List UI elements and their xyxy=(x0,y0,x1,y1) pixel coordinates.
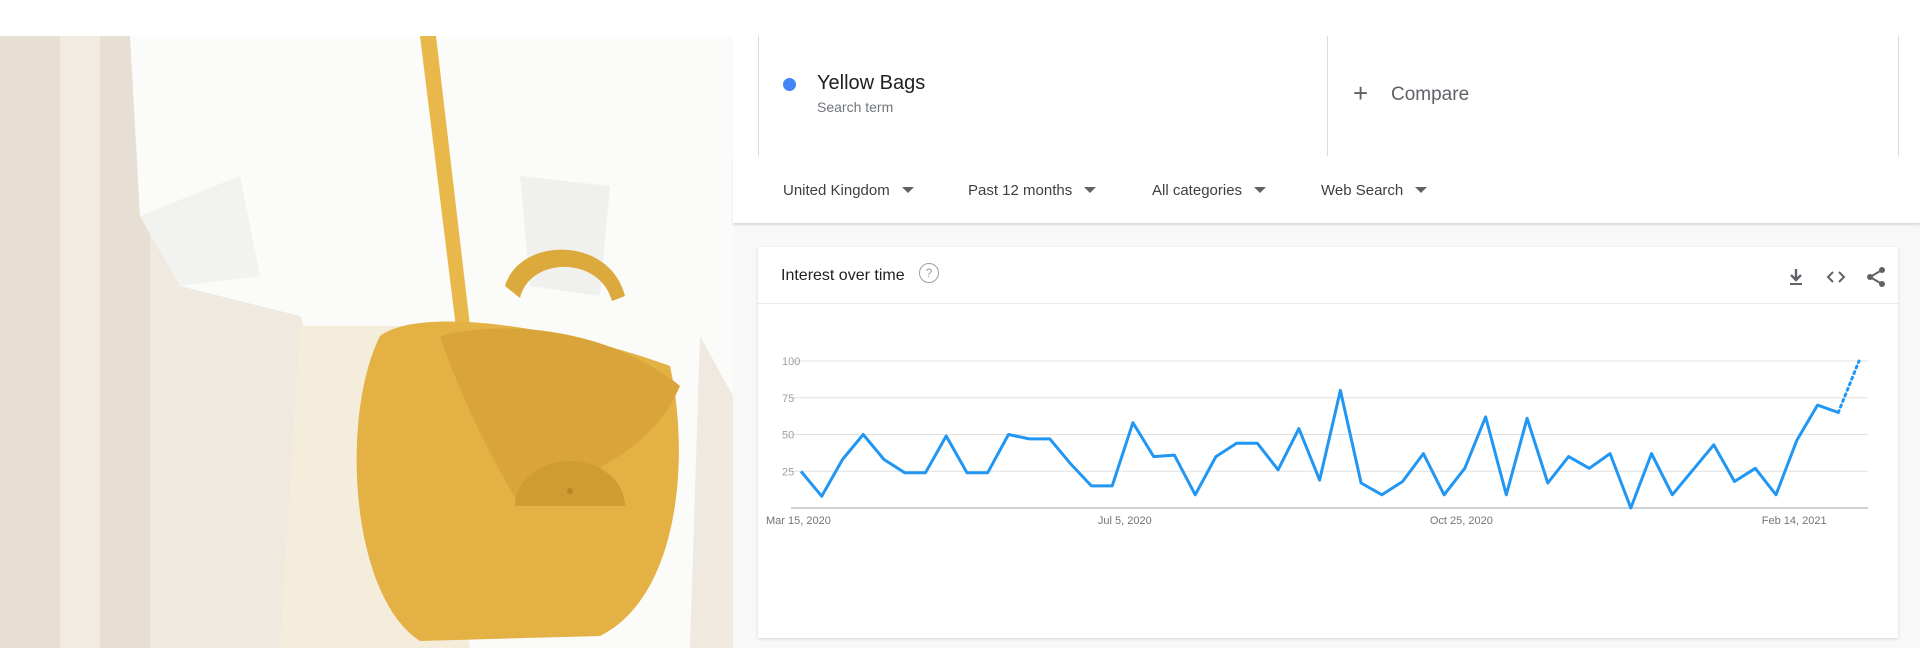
plus-icon: + xyxy=(1353,78,1369,108)
x-tick-label: Jul 5, 2020 xyxy=(1098,515,1152,527)
data-point[interactable] xyxy=(1689,466,1697,474)
series-color-dot xyxy=(783,78,796,91)
data-point[interactable] xyxy=(1523,414,1531,422)
data-point[interactable] xyxy=(1046,435,1054,443)
filter-bar: United Kingdom Past 12 months All catego… xyxy=(733,157,1920,224)
search-type-filter-dropdown[interactable]: Web Search xyxy=(1321,157,1428,223)
data-point[interactable] xyxy=(1461,464,1469,472)
data-point[interactable] xyxy=(901,469,909,477)
data-point[interactable] xyxy=(838,455,846,463)
data-point[interactable] xyxy=(880,455,888,463)
x-tick-label: Feb 14, 2021 xyxy=(1762,515,1827,527)
card-title: Interest over time xyxy=(781,267,905,284)
share-icon[interactable] xyxy=(1864,265,1888,289)
search-term-card[interactable]: Yellow Bags Search term xyxy=(758,36,1328,156)
data-point[interactable] xyxy=(1793,436,1801,444)
y-tick-label: 50 xyxy=(782,430,794,442)
data-point[interactable] xyxy=(1648,450,1656,458)
data-point[interactable] xyxy=(1814,401,1822,409)
data-point[interactable] xyxy=(921,469,929,477)
compare-label: Compare xyxy=(1391,84,1470,105)
data-point[interactable] xyxy=(1025,435,1033,443)
data-point[interactable] xyxy=(1378,491,1386,499)
data-point[interactable] xyxy=(984,469,992,477)
x-tick-label: Mar 15, 2020 xyxy=(766,515,831,527)
data-point[interactable] xyxy=(1440,491,1448,499)
region-filter-label: United Kingdom xyxy=(783,181,890,199)
search-term-bar: Yellow Bags Search term + Compare xyxy=(733,36,1920,158)
series-line xyxy=(799,388,1839,510)
data-point[interactable] xyxy=(1170,451,1178,459)
data-point[interactable] xyxy=(942,432,950,440)
data-point[interactable] xyxy=(1129,419,1137,427)
data-point[interactable] xyxy=(1668,491,1676,499)
data-point[interactable] xyxy=(1108,482,1116,490)
interest-over-time-card: Interest over time ? 100 75 50 25 Mar 15, 20… xyxy=(758,247,1898,638)
data-point[interactable] xyxy=(1731,478,1739,486)
category-filter-dropdown[interactable]: All categories xyxy=(1152,157,1267,223)
data-point[interactable] xyxy=(1316,476,1324,484)
data-point[interactable] xyxy=(1751,464,1759,472)
data-point[interactable] xyxy=(1191,491,1199,499)
search-type-filter-label: Web Search xyxy=(1321,181,1404,199)
data-point[interactable] xyxy=(1419,450,1427,458)
data-point[interactable] xyxy=(1233,439,1241,447)
data-point[interactable] xyxy=(797,467,805,475)
y-tick-label: 100 xyxy=(782,356,800,368)
yellow-bag-photo xyxy=(0,36,733,648)
partial-data-segment xyxy=(1836,359,1861,414)
search-term-subtitle: Search term xyxy=(817,99,894,115)
data-point[interactable] xyxy=(1150,453,1158,461)
google-trends-panel: Yellow Bags Search term + Compare United… xyxy=(733,36,1920,648)
data-point[interactable] xyxy=(818,492,826,500)
data-point[interactable] xyxy=(1855,357,1863,365)
compare-button[interactable]: + Compare xyxy=(1327,36,1899,156)
data-point[interactable] xyxy=(1606,450,1614,458)
data-point[interactable] xyxy=(1565,453,1573,461)
data-point[interactable] xyxy=(859,431,867,439)
data-point[interactable] xyxy=(1253,439,1261,447)
interest-line-chart: 100 75 50 25 Mar 15, 2020 Jul 5, 2020 Oct 25, … xyxy=(766,356,1868,527)
data-point[interactable] xyxy=(1295,425,1303,433)
data-point[interactable] xyxy=(1502,491,1510,499)
x-tick-label: Oct 25, 2020 xyxy=(1430,515,1493,527)
data-point[interactable] xyxy=(1274,466,1282,474)
region-filter-dropdown[interactable]: United Kingdom xyxy=(783,157,914,223)
time-range-filter-dropdown[interactable]: Past 12 months xyxy=(968,157,1097,223)
data-point[interactable] xyxy=(1544,479,1552,487)
time-range-filter-label: Past 12 months xyxy=(968,181,1073,199)
help-circle-icon[interactable]: ? xyxy=(919,263,939,283)
data-point[interactable] xyxy=(1212,453,1220,461)
download-icon[interactable] xyxy=(1784,265,1808,289)
y-tick-label: 25 xyxy=(782,466,794,478)
data-point[interactable] xyxy=(1627,504,1635,512)
caret-down-icon xyxy=(1084,187,1097,193)
data-point[interactable] xyxy=(1710,441,1718,449)
data-point[interactable] xyxy=(1357,479,1365,487)
category-filter-label: All categories xyxy=(1152,181,1243,199)
caret-down-icon xyxy=(901,187,914,193)
caret-down-icon xyxy=(1254,187,1267,193)
data-point[interactable] xyxy=(1585,464,1593,472)
y-tick-label: 75 xyxy=(782,393,794,405)
data-point[interactable] xyxy=(963,469,971,477)
data-point[interactable] xyxy=(1067,460,1075,468)
data-point[interactable] xyxy=(1336,386,1344,394)
caret-down-icon xyxy=(1415,187,1428,193)
data-point[interactable] xyxy=(1482,413,1490,421)
embed-code-icon[interactable] xyxy=(1824,265,1848,289)
data-point[interactable] xyxy=(1004,431,1012,439)
data-point[interactable] xyxy=(1087,482,1095,490)
data-point[interactable] xyxy=(1834,408,1842,416)
data-point[interactable] xyxy=(1772,491,1780,499)
card-header: Interest over time ? xyxy=(758,247,1898,304)
search-term-name[interactable]: Yellow Bags xyxy=(817,72,925,95)
data-point[interactable] xyxy=(1399,478,1407,486)
